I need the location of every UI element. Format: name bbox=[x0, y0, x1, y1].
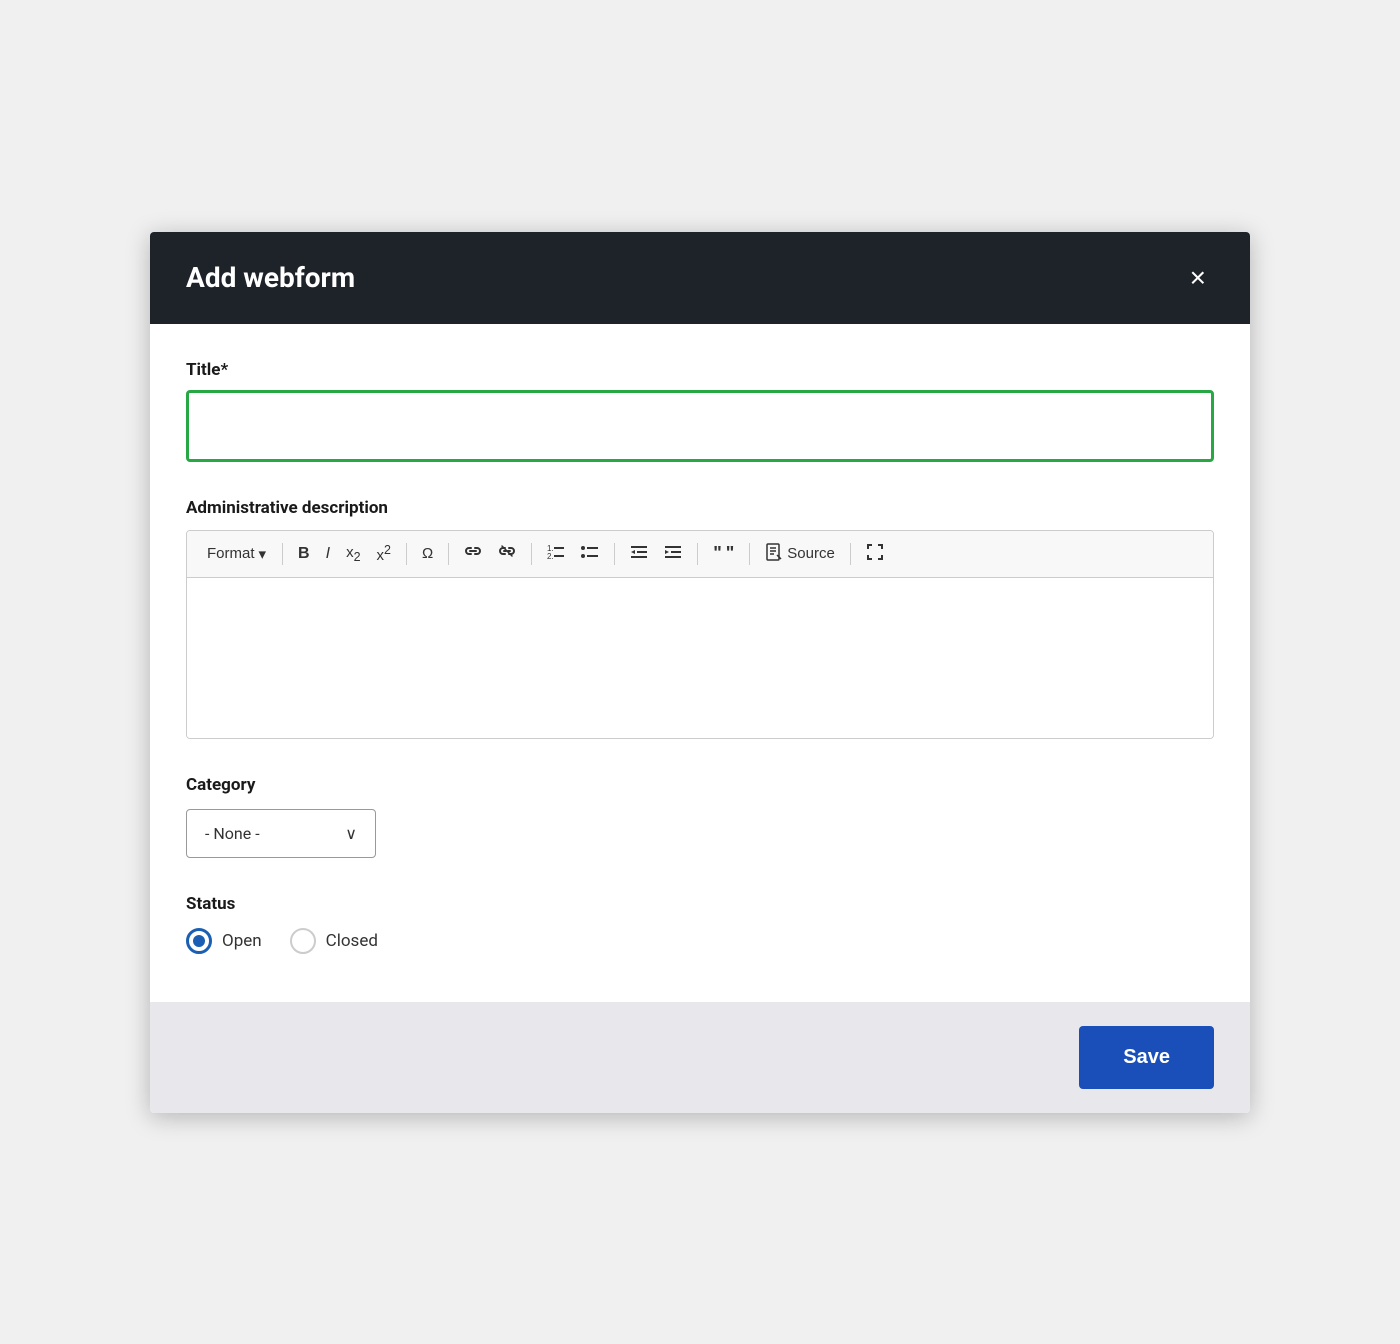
fullscreen-icon bbox=[866, 543, 884, 565]
admin-description-label: Administrative description bbox=[186, 498, 1214, 518]
category-section: Category - None - ∨ bbox=[186, 775, 1214, 858]
bold-button[interactable]: B bbox=[291, 541, 317, 567]
unlink-icon bbox=[498, 545, 516, 563]
format-dropdown-button[interactable]: Format ▾ bbox=[199, 541, 274, 567]
save-button[interactable]: Save bbox=[1079, 1026, 1214, 1089]
source-doc-icon bbox=[765, 543, 783, 565]
required-marker: * bbox=[220, 360, 228, 380]
modal-title: Add webform bbox=[186, 261, 355, 294]
status-closed-radio[interactable] bbox=[290, 928, 316, 954]
unordered-list-icon bbox=[581, 544, 599, 564]
modal-container: Add webform × Title* Administrative desc… bbox=[150, 232, 1250, 1113]
admin-description-section: Administrative description Format ▾ B I bbox=[186, 498, 1214, 739]
editor-content-area[interactable] bbox=[187, 578, 1213, 738]
separator-8 bbox=[850, 543, 851, 565]
omega-icon: Ω bbox=[422, 545, 433, 562]
blockquote-button[interactable]: " " bbox=[706, 539, 741, 568]
category-chevron-icon: ∨ bbox=[345, 824, 357, 843]
status-closed-label: Closed bbox=[326, 931, 378, 951]
ordered-list-icon: 1. 2. bbox=[547, 544, 565, 564]
status-open-label: Open bbox=[222, 931, 262, 951]
format-label: Format bbox=[207, 545, 255, 562]
category-label: Category bbox=[186, 775, 1214, 795]
blockquote-icon-2: " bbox=[726, 543, 735, 564]
modal-header: Add webform × bbox=[150, 232, 1250, 324]
editor-toolbar: Format ▾ B I x2 x2 bbox=[187, 531, 1213, 578]
source-label: Source bbox=[787, 545, 835, 562]
title-field-container: Title* bbox=[186, 360, 1214, 462]
italic-button[interactable]: I bbox=[319, 541, 337, 567]
format-chevron-icon: ▾ bbox=[259, 545, 267, 563]
title-input[interactable] bbox=[186, 390, 1214, 462]
unlink-button[interactable] bbox=[491, 541, 523, 567]
separator-4 bbox=[531, 543, 532, 565]
fullscreen-button[interactable] bbox=[859, 539, 891, 569]
source-button[interactable]: Source bbox=[758, 539, 842, 569]
status-radio-group: Open Closed bbox=[186, 928, 1214, 954]
blockquote-icon: " bbox=[713, 543, 722, 564]
modal-footer: Save bbox=[150, 1002, 1250, 1113]
status-closed-option[interactable]: Closed bbox=[290, 928, 378, 954]
separator-7 bbox=[749, 543, 750, 565]
status-open-radio[interactable] bbox=[186, 928, 212, 954]
special-chars-button[interactable]: Ω bbox=[415, 541, 440, 566]
ordered-list-button[interactable]: 1. 2. bbox=[540, 540, 572, 568]
separator-3 bbox=[448, 543, 449, 565]
outdent-button[interactable] bbox=[623, 541, 655, 567]
link-button[interactable] bbox=[457, 541, 489, 567]
title-label: Title* bbox=[186, 360, 1214, 380]
bold-icon: B bbox=[298, 545, 310, 563]
subscript-button[interactable]: x2 bbox=[339, 540, 367, 568]
svg-text:2.: 2. bbox=[547, 552, 554, 560]
unordered-list-button[interactable] bbox=[574, 540, 606, 568]
separator-6 bbox=[697, 543, 698, 565]
outdent-icon bbox=[630, 545, 648, 563]
close-button[interactable]: × bbox=[1182, 260, 1214, 296]
indent-icon bbox=[664, 545, 682, 563]
status-section: Status Open Closed bbox=[186, 894, 1214, 1002]
indent-button[interactable] bbox=[657, 541, 689, 567]
separator-2 bbox=[406, 543, 407, 565]
link-icon bbox=[464, 545, 482, 563]
modal-body: Title* Administrative description Format… bbox=[150, 324, 1250, 1002]
separator-5 bbox=[614, 543, 615, 565]
italic-icon: I bbox=[326, 545, 330, 563]
category-selected-value: - None - bbox=[205, 824, 260, 843]
superscript-button[interactable]: x2 bbox=[370, 539, 398, 568]
category-dropdown[interactable]: - None - ∨ bbox=[186, 809, 376, 858]
separator-1 bbox=[282, 543, 283, 565]
superscript-icon: x2 bbox=[377, 543, 391, 564]
status-label: Status bbox=[186, 894, 1214, 914]
subscript-icon: x2 bbox=[346, 544, 360, 564]
status-open-option[interactable]: Open bbox=[186, 928, 262, 954]
rich-text-editor: Format ▾ B I x2 x2 bbox=[186, 530, 1214, 739]
